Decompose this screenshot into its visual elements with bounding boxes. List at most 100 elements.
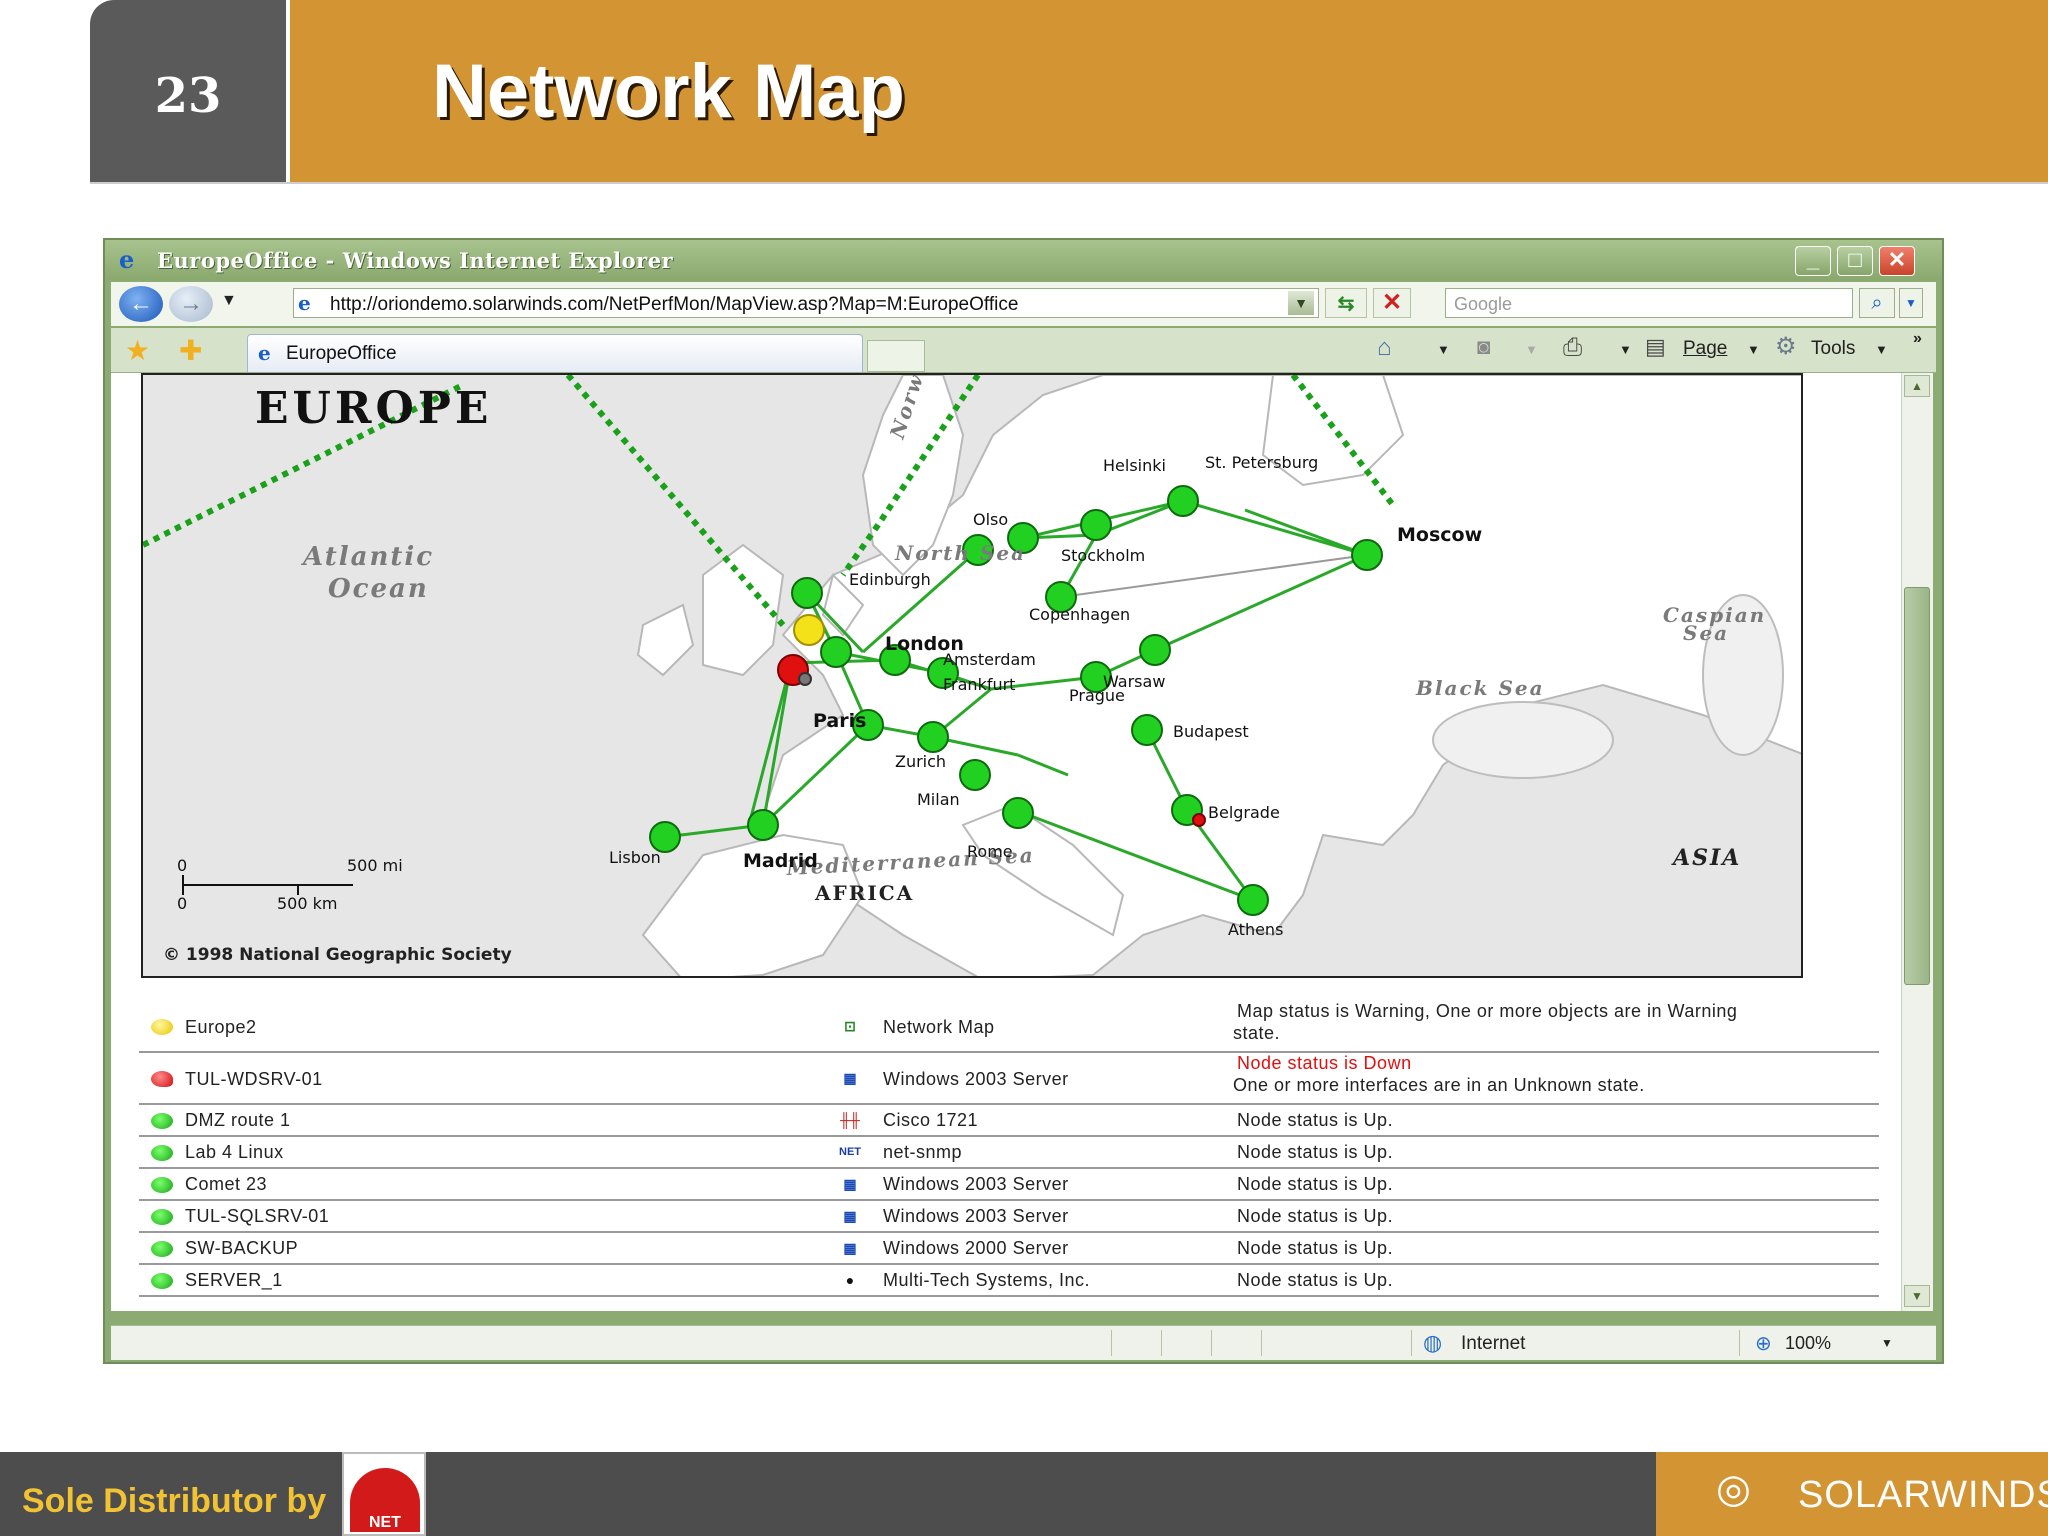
table-row[interactable]: TUL-WDSRV-01 ▦ Windows 2003 Server Node sta… [139,1053,1879,1105]
zoom-level[interactable]: 100% [1785,1333,1831,1354]
node-milan [959,759,991,791]
city-label: Madrid [743,850,818,872]
table-row[interactable]: DMZ route 1 ╫╫ Cisco 1721 Node status is Up… [139,1105,1879,1137]
node-status-detail: state. [1233,1023,1281,1043]
city-label: Amsterdam [943,650,1036,669]
scale-label: 500 mi [347,856,403,875]
sea-label: Atlantic [300,542,434,572]
address-bar-row: ← → ▼ e http://oriondemo.solarwinds.com/… [111,282,1936,326]
page-dropdown-icon[interactable]: ▼ [1747,342,1760,357]
recent-pages-dropdown-icon[interactable]: ▼ [221,292,237,310]
table-row[interactable]: TUL-SQLSRV-01 ▦ Windows 2003 Server Node st… [139,1201,1879,1233]
page-menu[interactable]: Page [1683,338,1727,360]
feeds-icon[interactable]: ◙ [1477,334,1490,360]
maximize-button[interactable]: □ [1837,246,1873,276]
refresh-button[interactable]: ⇆ [1325,288,1367,318]
windows-icon: ▦ [843,1208,857,1224]
node-type: Windows 2000 Server [883,1238,1069,1258]
table-row[interactable]: Europe2 ⊡ Network Map Map status is Warning… [139,1001,1879,1053]
close-button[interactable]: ✕ [1879,246,1915,276]
net-logo-dome [350,1468,420,1514]
minimize-button[interactable]: _ [1795,246,1831,276]
url-text[interactable]: http://oriondemo.solarwinds.com/NetPerfM… [330,294,1018,316]
zoom-icon[interactable]: ⊕ [1755,1331,1772,1356]
city-label: Stockholm [1061,546,1145,565]
gear-icon[interactable]: ⚙ [1775,332,1797,361]
feeds-dropdown-icon[interactable]: ▼ [1525,342,1538,357]
node-name[interactable]: DMZ route 1 [185,1110,291,1131]
print-icon[interactable]: ⎙ [1563,334,1582,362]
sea-label: North Sea [894,541,1026,565]
city-label: Moscow [1397,524,1482,546]
tab-europeoffice[interactable]: e EuropeOffice [247,334,863,372]
status-green-icon [151,1145,173,1161]
search-options-dropdown-icon[interactable]: ▼ [1899,288,1923,318]
slide-number: 23 [154,68,222,124]
city-label: St. Petersburg [1205,453,1318,472]
page-menu-icon[interactable]: ▤ [1645,334,1666,360]
window-titlebar[interactable]: e EuropeOffice - Windows Internet Explor… [105,240,1942,280]
home-icon[interactable]: ⌂ [1377,334,1392,362]
back-button[interactable]: ← [119,286,163,322]
slide-footer: Sole Distributor by NET ◎ SOLARWINDS [0,1452,2048,1536]
node-name[interactable]: SERVER_1 [185,1270,283,1291]
city-label: Rome [967,842,1013,861]
net-logo: NET [342,1452,426,1536]
search-placeholder: Google [1454,294,1513,314]
header-divider [90,182,2048,184]
multitech-icon: ● [845,1272,855,1288]
address-dropdown-icon[interactable]: ▼ [1288,291,1314,315]
table-row[interactable]: Comet 23 ▦ Windows 2003 Server Node status … [139,1169,1879,1201]
status-green-icon [151,1113,173,1129]
home-dropdown-icon[interactable]: ▼ [1437,342,1450,357]
table-row[interactable]: Lab 4 Linux NET net-snmp Node status is Up. [139,1137,1879,1169]
status-divider [1211,1330,1212,1356]
zoom-dropdown-icon[interactable]: ▼ [1881,1336,1893,1350]
print-dropdown-icon[interactable]: ▼ [1619,342,1632,357]
node-name[interactable]: SW-BACKUP [185,1238,298,1259]
globe-icon: ◍ [1423,1330,1443,1355]
node-status: Node status is Up. [1237,1206,1394,1226]
more-commands-button[interactable]: » [1913,330,1922,348]
node-name[interactable]: Europe2 [185,1017,257,1038]
scroll-down-button[interactable]: ▼ [1904,1285,1930,1307]
city-label: Athens [1228,920,1283,939]
node-status: Node status is Down [1237,1053,1412,1073]
new-tab-button[interactable] [867,340,925,372]
node-type: net-snmp [883,1142,963,1162]
network-map[interactable]: Atlantic Ocean Norwegian Sea North Sea C… [141,373,1803,978]
address-field[interactable]: e http://oriondemo.solarwinds.com/NetPer… [293,288,1319,318]
node-name[interactable]: Comet 23 [185,1174,267,1195]
node-name[interactable]: TUL-WDSRV-01 [185,1069,323,1090]
tools-dropdown-icon[interactable]: ▼ [1875,342,1888,357]
scroll-up-button[interactable]: ▲ [1904,375,1930,397]
sea-label: Ocean [328,574,429,604]
add-favorite-icon[interactable]: ✚ [179,334,202,367]
sea-label: AFRICA [814,881,914,905]
node-status: Node status is Up. [1237,1238,1394,1258]
city-label: Frankfurt [943,675,1015,694]
forward-button[interactable]: → [169,286,213,322]
node-type: Network Map [883,1017,995,1037]
node-name[interactable]: TUL-SQLSRV-01 [185,1206,329,1227]
vertical-scrollbar[interactable]: ▲ ▼ [1901,373,1933,1311]
scroll-thumb[interactable] [1904,587,1930,985]
node-name[interactable]: Lab 4 Linux [185,1142,284,1163]
status-divider [1161,1330,1162,1356]
tools-menu[interactable]: Tools [1811,338,1855,360]
ie-icon: e [119,245,135,274]
stop-button[interactable]: ✕ [1373,288,1411,318]
table-row[interactable]: SW-BACKUP ▦ Windows 2000 Server Node status… [139,1233,1879,1265]
node-type: Cisco 1721 [883,1110,979,1130]
city-label: Edinburgh [849,570,931,589]
search-input[interactable]: Google [1445,288,1853,318]
net-logo-text: NET [350,1514,420,1532]
table-row[interactable]: SERVER_1 ● Multi-Tech Systems, Inc. Node st… [139,1265,1879,1297]
tab-label: EuropeOffice [286,343,397,364]
search-icon[interactable]: ⌕ [1859,288,1895,318]
favorites-star-icon[interactable]: ★ [125,334,150,367]
node-status: Map status is Warning, One or more objec… [1237,1001,1738,1021]
city-label: Milan [917,790,960,809]
status-red-icon [151,1071,173,1087]
status-green-icon [151,1177,173,1193]
